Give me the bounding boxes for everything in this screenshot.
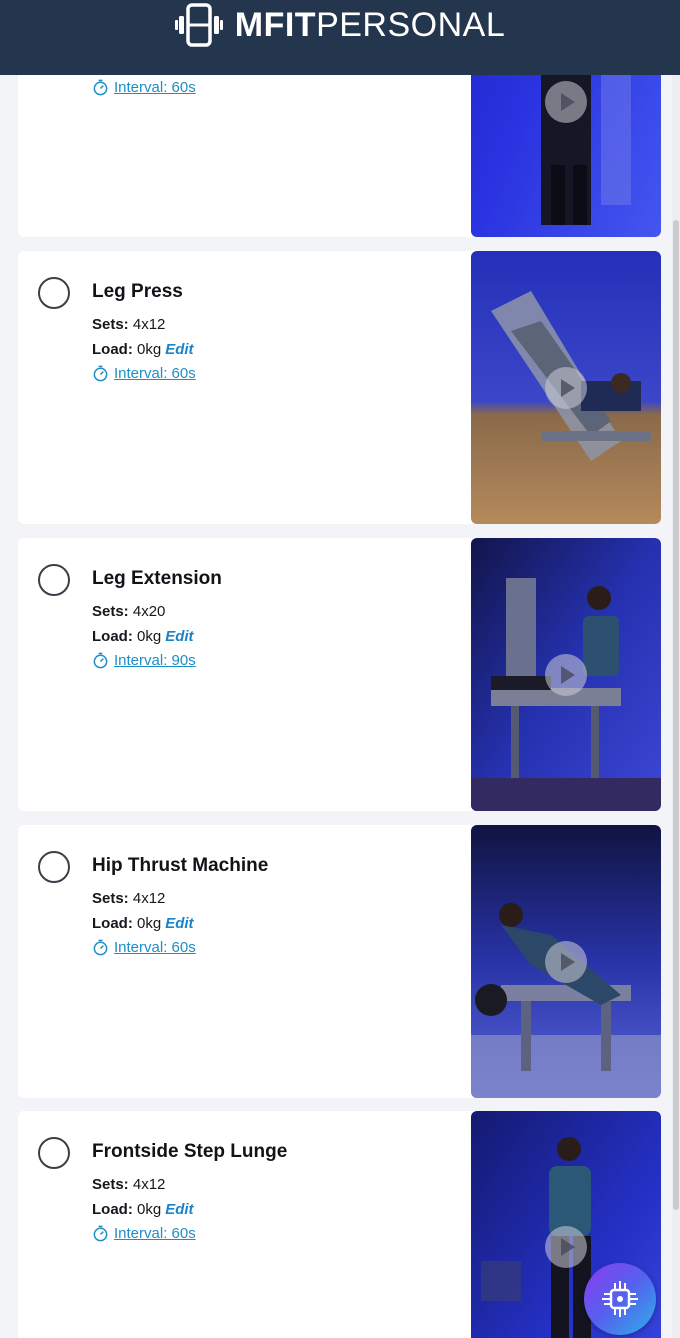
sets-row: Sets: 4x12 <box>92 316 165 333</box>
edit-load-link[interactable]: Edit <box>165 1201 193 1218</box>
load-value: 0kg <box>137 341 162 358</box>
sets-label: Sets: <box>92 316 129 333</box>
load-label: Load: <box>92 341 133 358</box>
ai-chip-icon <box>602 1281 638 1317</box>
interval-text: Interval: 60s <box>114 365 196 382</box>
top-header: MFITPERSONAL <box>0 0 680 75</box>
exercise-card[interactable]: Frontside Step Lunge Sets: 4x12 Load: 0k… <box>18 1111 661 1338</box>
load-row: Load: 0kg Edit <box>92 915 194 932</box>
timer-icon <box>93 365 108 382</box>
load-label: Load: <box>92 915 133 932</box>
brand-name: MFITPERSONAL <box>235 8 506 42</box>
play-icon[interactable] <box>545 1226 587 1268</box>
interval-link[interactable]: Interval: 60s <box>92 79 196 96</box>
interval-link[interactable]: Interval: 60s <box>92 1225 196 1242</box>
timer-icon <box>93 79 108 96</box>
load-row: Load: 0kg Edit <box>92 1201 194 1218</box>
ai-assistant-button[interactable] <box>584 1263 656 1335</box>
brand-name-bold: MFIT <box>234 5 317 44</box>
load-value: 0kg <box>137 915 162 932</box>
scrollbar[interactable] <box>672 75 680 1338</box>
sets-row: Sets: 4x12 <box>92 890 165 907</box>
sets-value: 4x12 <box>132 890 166 907</box>
exercise-video-thumbnail[interactable] <box>471 538 661 811</box>
exercise-name: Leg Press <box>92 281 183 302</box>
exercise-video-thumbnail[interactable] <box>471 251 661 524</box>
load-label: Load: <box>92 1201 133 1218</box>
sets-row: Sets: 4x12 <box>92 1176 165 1193</box>
load-row: Load: 0kg Edit <box>92 341 194 358</box>
timer-icon <box>93 1225 108 1242</box>
exercise-card[interactable]: Leg Extension Sets: 4x20 Load: 0kg Edit I… <box>18 538 661 811</box>
scrollbar-thumb[interactable] <box>673 220 679 1210</box>
edit-load-link[interactable]: Edit <box>165 915 193 932</box>
exercise-name: Frontside Step Lunge <box>92 1141 288 1162</box>
interval-text: Interval: 90s <box>114 652 196 669</box>
edit-load-link[interactable]: Edit <box>165 341 193 358</box>
sets-label: Sets: <box>92 603 129 620</box>
edit-load-link[interactable]: Edit <box>165 628 193 645</box>
brand: MFITPERSONAL <box>174 1 506 49</box>
exercise-video-thumbnail[interactable] <box>471 825 661 1098</box>
exercise-name: Hip Thrust Machine <box>92 855 269 876</box>
circle-checkbox-icon[interactable] <box>38 1137 70 1169</box>
interval-text: Interval: 60s <box>114 939 196 956</box>
circle-checkbox-icon[interactable] <box>38 851 70 883</box>
brand-name-light: PERSONAL <box>316 5 506 44</box>
sets-value: 4x12 <box>132 316 166 333</box>
interval-text: Interval: 60s <box>114 1225 196 1242</box>
app-root: MFITPERSONAL Interval: 60s Leg Press Set… <box>0 0 680 1338</box>
load-row: Load: 0kg Edit <box>92 628 194 645</box>
sets-label: Sets: <box>92 890 129 907</box>
timer-icon <box>93 939 108 956</box>
play-icon[interactable] <box>545 81 587 123</box>
sets-value: 4x20 <box>132 603 166 620</box>
load-label: Load: <box>92 628 133 645</box>
circle-checkbox-icon[interactable] <box>38 564 70 596</box>
load-value: 0kg <box>137 628 162 645</box>
sets-row: Sets: 4x20 <box>92 603 165 620</box>
interval-link[interactable]: Interval: 60s <box>92 365 196 382</box>
interval-link[interactable]: Interval: 90s <box>92 652 196 669</box>
exercise-card[interactable]: Leg Press Sets: 4x12 Load: 0kg Edit Inter… <box>18 251 661 524</box>
sets-value: 4x12 <box>132 1176 166 1193</box>
exercise-card[interactable]: Hip Thrust Machine Sets: 4x12 Load: 0kg E… <box>18 825 661 1098</box>
sets-label: Sets: <box>92 1176 129 1193</box>
circle-checkbox-icon[interactable] <box>38 277 70 309</box>
play-icon[interactable] <box>545 940 587 983</box>
timer-icon <box>93 652 108 669</box>
exercise-name: Leg Extension <box>92 568 222 589</box>
dumbbell-logo-icon <box>174 2 223 47</box>
play-icon[interactable] <box>545 653 587 696</box>
load-value: 0kg <box>137 1201 162 1218</box>
play-icon[interactable] <box>545 366 587 409</box>
interval-text: Interval: 60s <box>114 79 196 96</box>
interval-link[interactable]: Interval: 60s <box>92 939 196 956</box>
